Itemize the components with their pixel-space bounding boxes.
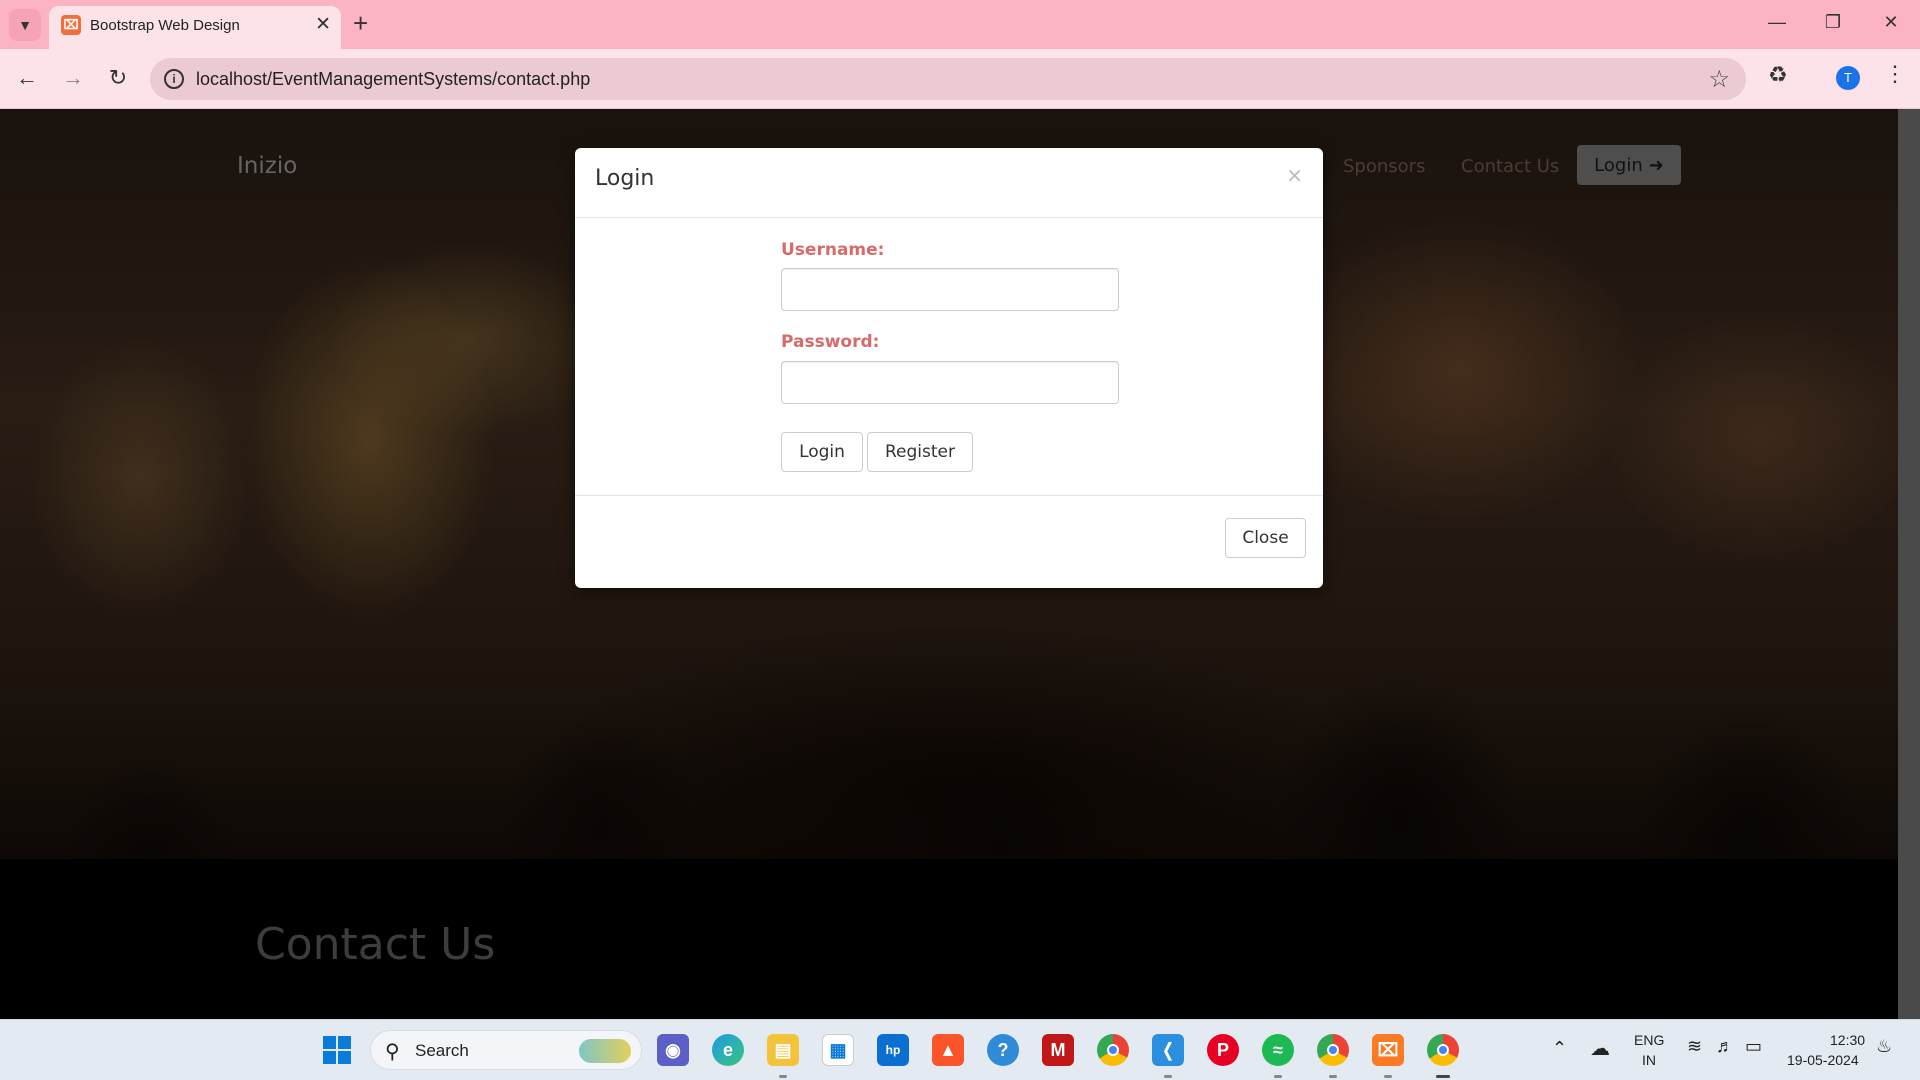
chrome-active-icon[interactable] bbox=[1427, 1034, 1459, 1066]
restore-icon[interactable]: ❐ bbox=[1810, 12, 1856, 33]
volume-icon[interactable]: ♬ bbox=[1716, 1036, 1734, 1057]
windows-start-icon[interactable] bbox=[321, 1034, 353, 1066]
modal-title: Login bbox=[595, 166, 655, 191]
notification-bell-icon[interactable]: ♨ bbox=[1876, 1036, 1892, 1057]
register-button[interactable]: Register bbox=[867, 432, 973, 472]
bookmark-star-icon[interactable]: ☆ bbox=[1708, 65, 1730, 94]
password-input[interactable] bbox=[781, 361, 1119, 404]
password-label: Password: bbox=[781, 332, 880, 352]
clock-date[interactable]: 19-05-2024 bbox=[1787, 1052, 1859, 1068]
taskbar-search-label: Search bbox=[415, 1041, 469, 1060]
modal-footer: Close bbox=[575, 495, 1323, 588]
xampp-favicon-icon: ⌧ bbox=[61, 15, 81, 35]
battery-icon[interactable]: ▭ bbox=[1745, 1036, 1762, 1057]
running-indicator bbox=[1164, 1075, 1172, 1078]
browser-toolbar: ← → ↻ i localhost/EventManagementSystems… bbox=[0, 49, 1920, 109]
search-icon: ⚲ bbox=[385, 1041, 400, 1063]
forward-icon[interactable]: → bbox=[58, 63, 88, 93]
site-info-icon[interactable]: i bbox=[164, 69, 184, 89]
clock-time[interactable]: 12:30 bbox=[1830, 1032, 1865, 1048]
chrome-icon[interactable] bbox=[1097, 1034, 1129, 1066]
search-highlight-icon bbox=[579, 1039, 631, 1063]
browser-tab[interactable]: ⌧ Bootstrap Web Design ✕ bbox=[49, 6, 341, 49]
running-indicator bbox=[1274, 1075, 1282, 1078]
get-help-icon[interactable]: ? bbox=[987, 1034, 1019, 1066]
windows-taskbar: ⚲ Search ◉ e ▤ ▦ hp ▲ ? M ❬ P ≈ ⌧ ⌃ ☁ EN… bbox=[0, 1019, 1920, 1080]
myhp-icon[interactable]: hp bbox=[877, 1034, 909, 1066]
windows-logo-icon bbox=[323, 1036, 351, 1064]
tab-title: Bootstrap Web Design bbox=[90, 17, 240, 34]
modal-close-button[interactable]: Close bbox=[1225, 518, 1306, 558]
profile-avatar[interactable]: T bbox=[1836, 66, 1860, 90]
xampp-icon[interactable]: ⌧ bbox=[1372, 1034, 1404, 1066]
wifi-icon[interactable]: ≋ bbox=[1687, 1036, 1702, 1057]
language-top[interactable]: ENG bbox=[1634, 1032, 1664, 1048]
running-indicator bbox=[1329, 1075, 1337, 1078]
onedrive-icon[interactable]: ☁ bbox=[1590, 1036, 1610, 1061]
username-input[interactable] bbox=[781, 268, 1119, 311]
modal-login-button[interactable]: Login bbox=[781, 432, 863, 472]
show-hidden-icons-icon[interactable]: ⌃ bbox=[1552, 1038, 1567, 1059]
tab-close-icon[interactable]: ✕ bbox=[315, 13, 331, 36]
file-explorer-icon[interactable]: ▤ bbox=[767, 1034, 799, 1066]
chrome-profile-icon[interactable] bbox=[1317, 1034, 1349, 1066]
mcafee-icon[interactable]: M bbox=[1042, 1034, 1074, 1066]
vscode-icon[interactable]: ❬ bbox=[1152, 1034, 1184, 1066]
window-close-icon[interactable]: ✕ bbox=[1868, 12, 1914, 33]
extensions-icon[interactable]: ♻ bbox=[1768, 62, 1788, 88]
new-tab-icon[interactable]: + bbox=[353, 9, 368, 37]
address-bar[interactable]: i localhost/EventManagementSystems/conta… bbox=[150, 58, 1746, 100]
modal-close-icon[interactable]: × bbox=[1286, 163, 1303, 187]
login-modal: Login × Username: Password: Login Regist… bbox=[575, 148, 1323, 588]
pinterest-icon[interactable]: P bbox=[1207, 1034, 1239, 1066]
page-scrollbar[interactable] bbox=[1898, 109, 1920, 1019]
edge-icon[interactable]: e bbox=[712, 1034, 744, 1066]
teams-icon[interactable]: ◉ bbox=[657, 1034, 689, 1066]
running-indicator bbox=[779, 1075, 787, 1078]
chevron-down-icon: ▼ bbox=[18, 17, 32, 33]
url-text[interactable]: localhost/EventManagementSystems/contact… bbox=[196, 69, 590, 90]
minimize-icon[interactable]: — bbox=[1754, 12, 1800, 33]
reload-icon[interactable]: ↻ bbox=[103, 63, 133, 93]
tab-search-dropdown[interactable]: ▼ bbox=[9, 9, 41, 41]
brave-icon[interactable]: ▲ bbox=[932, 1034, 964, 1066]
language-bottom[interactable]: IN bbox=[1642, 1052, 1656, 1068]
taskbar-search[interactable]: ⚲ Search bbox=[370, 1030, 642, 1070]
browser-titlebar: ▼ ⌧ Bootstrap Web Design ✕ + — ❐ ✕ bbox=[0, 0, 1920, 49]
microsoft-store-icon[interactable]: ▦ bbox=[822, 1034, 854, 1066]
username-label: Username: bbox=[781, 240, 885, 260]
modal-header: Login × bbox=[575, 148, 1323, 218]
spotify-icon[interactable]: ≈ bbox=[1262, 1034, 1294, 1066]
back-icon[interactable]: ← bbox=[12, 63, 42, 93]
active-indicator bbox=[1436, 1075, 1450, 1078]
running-indicator bbox=[1384, 1075, 1392, 1078]
browser-menu-icon[interactable]: ⋮ bbox=[1884, 61, 1906, 87]
